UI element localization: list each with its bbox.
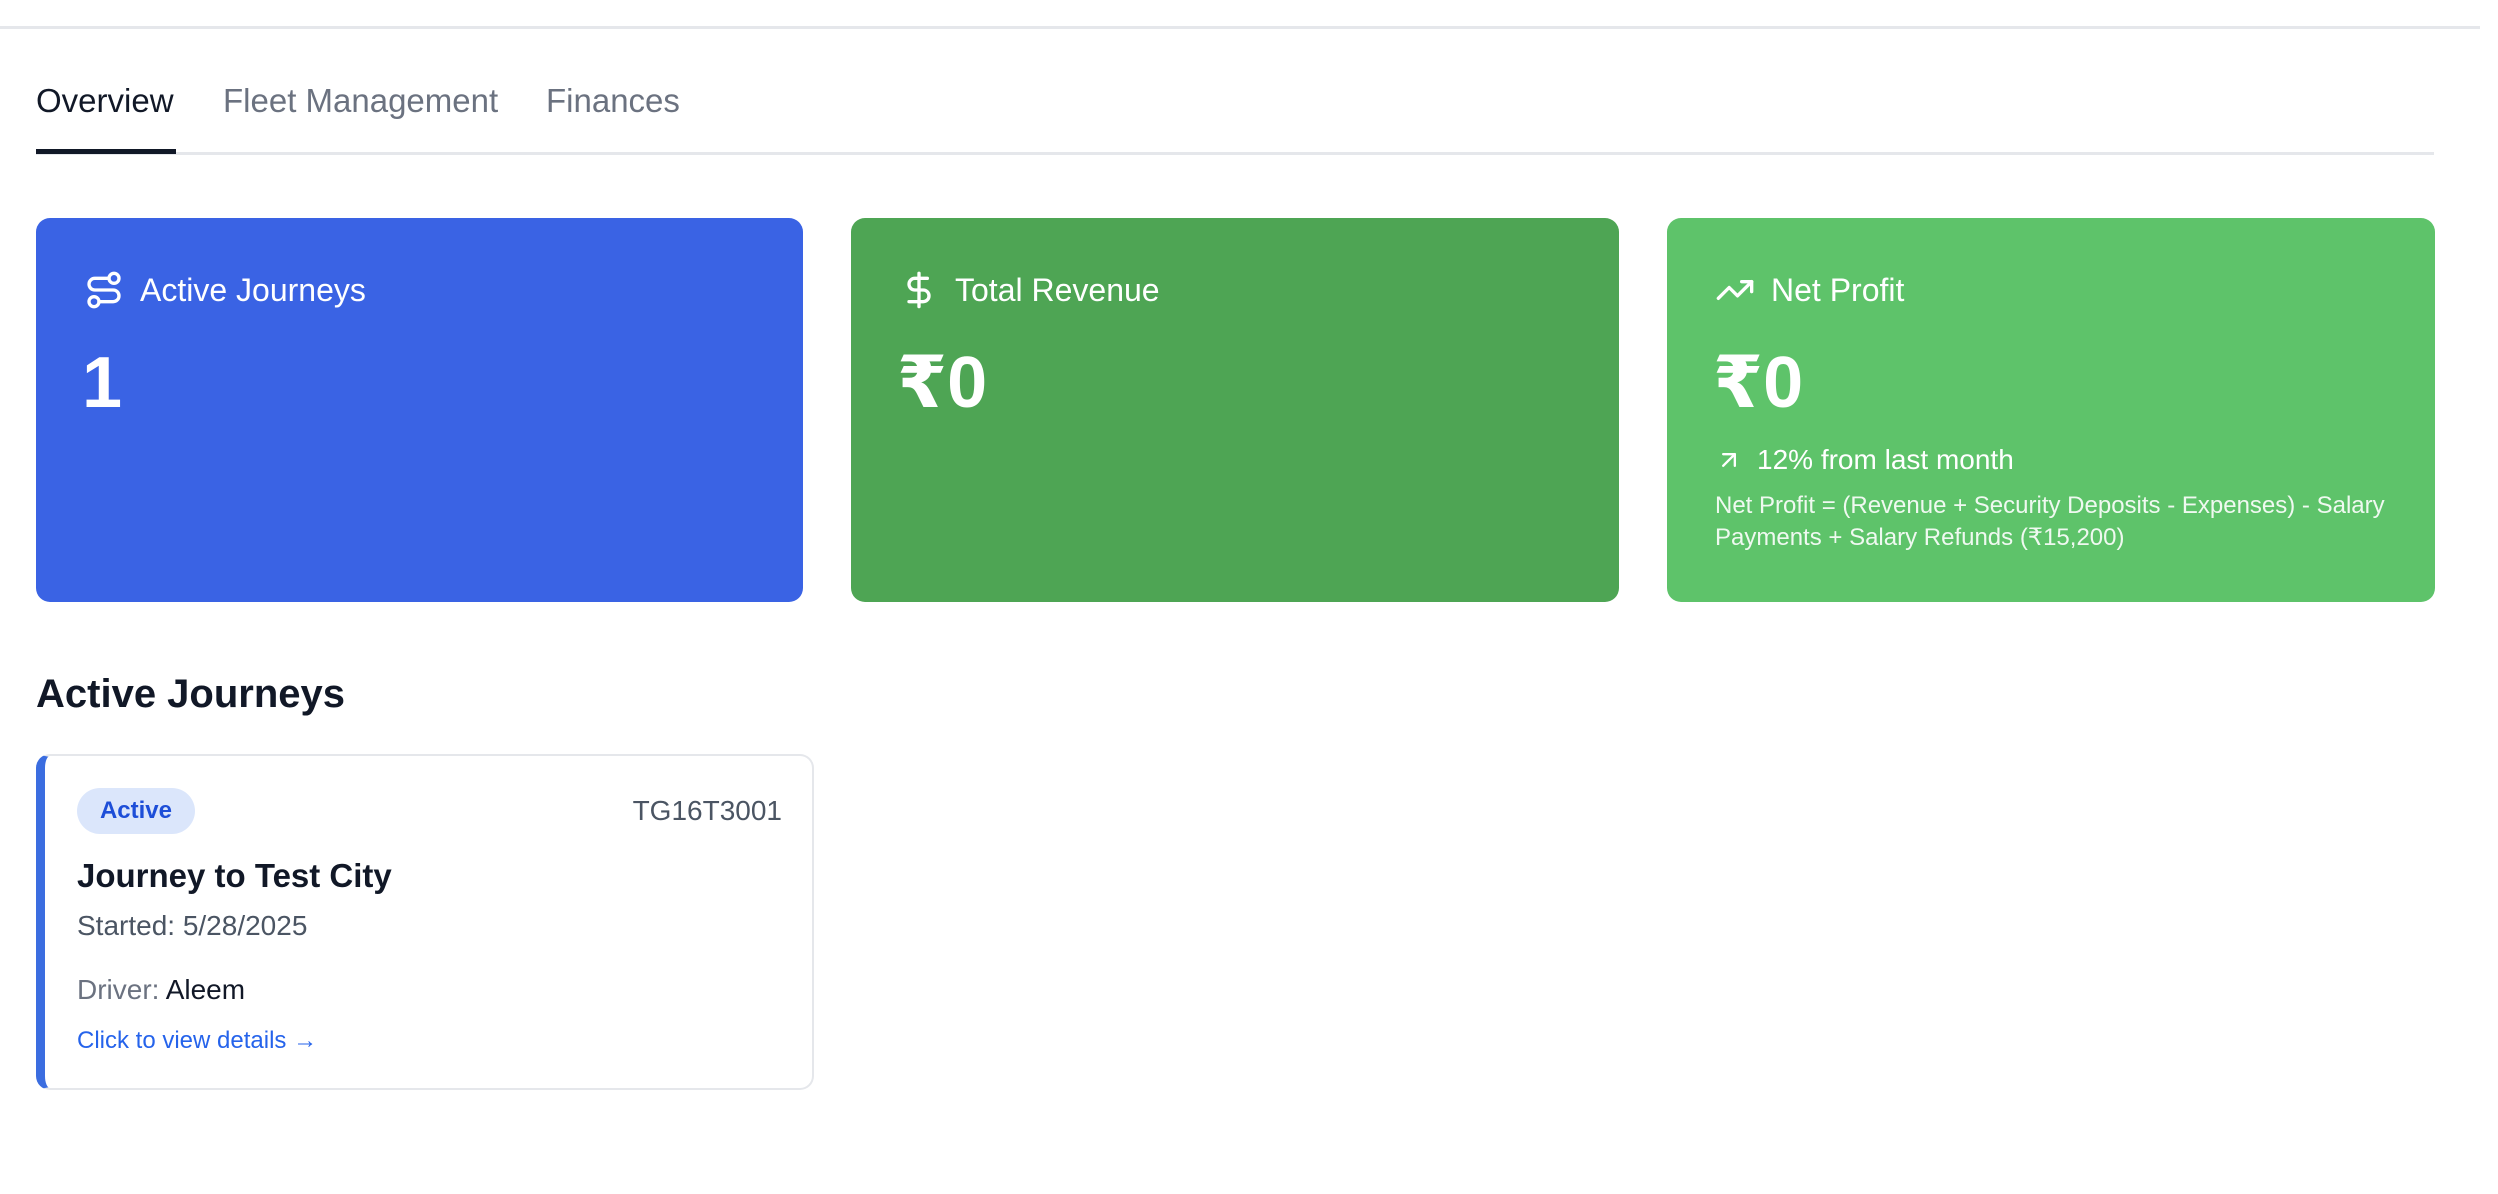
stat-value: ₹0 (1713, 343, 1804, 423)
tab-bar: Overview Fleet Management Finances (36, 60, 2434, 155)
status-badge: Active (77, 788, 195, 834)
route-icon (87, 271, 121, 309)
stat-title: Active Journeys (140, 272, 366, 308)
journey-start-date: Started: 5/28/2025 (77, 910, 308, 941)
tab-fleet-management[interactable]: Fleet Management (223, 60, 498, 152)
trend-indicator: 12% from last month (1715, 440, 2014, 480)
tab-overview[interactable]: Overview (36, 60, 176, 154)
journey-card[interactable]: Active TG16T3001 Journey to Test City St… (36, 754, 814, 1090)
stat-title: Total Revenue (955, 272, 1160, 308)
section-title: Active Journeys (36, 672, 346, 716)
scrollbar-track[interactable] (2480, 0, 2498, 1194)
journey-title: Journey to Test City (77, 857, 392, 894)
top-header-bar (0, 0, 2480, 29)
driver-name: Aleem (165, 974, 246, 1005)
stat-card-header: Active Journeys (84, 268, 366, 312)
view-details-link[interactable]: Click to view details → (77, 1024, 317, 1058)
stat-card-header: Total Revenue (899, 268, 1160, 312)
stat-card-header: Net Profit (1715, 268, 1904, 312)
total-revenue-stat-card: Total Revenue ₹0 (851, 218, 1619, 602)
dollar-icon (907, 271, 931, 309)
tab-finances[interactable]: Finances (546, 60, 680, 152)
net-profit-stat-card: Net Profit ₹0 12% from last month Net Pr… (1667, 218, 2435, 602)
arrow-up-right-icon (1722, 453, 1736, 467)
active-journeys-stat-card: Active Journeys 1 (36, 218, 803, 602)
stat-title: Net Profit (1771, 272, 1905, 308)
stat-value: 1 (82, 343, 123, 423)
driver-label: Driver: (77, 974, 160, 1005)
journey-driver: Driver: Aleem (77, 970, 245, 1010)
trend-text: 12% from last month (1757, 444, 2014, 475)
vehicle-plate-number: TG16T3001 (632, 795, 782, 826)
stat-value: ₹0 (897, 343, 988, 423)
trending-up-icon (1716, 280, 1754, 300)
net-profit-formula-note: Net Profit = (Revenue + Security Deposit… (1715, 492, 2385, 551)
